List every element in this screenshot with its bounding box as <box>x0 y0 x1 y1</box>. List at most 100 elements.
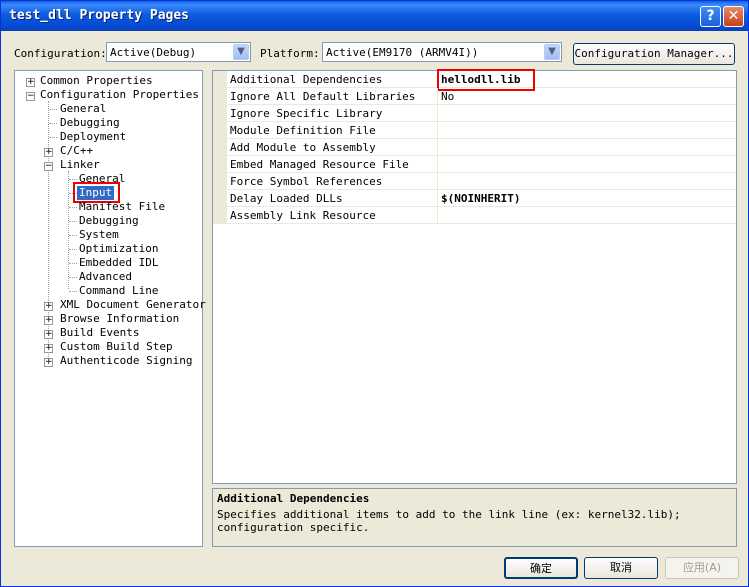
column-divider <box>437 173 438 190</box>
property-name: Add Module to Assembly <box>230 141 376 154</box>
row-gutter <box>213 105 227 122</box>
row-gutter <box>213 173 227 190</box>
tree-item-deployment[interactable]: Deployment <box>60 130 126 144</box>
tree-item-authenticode-signing[interactable]: Authenticode Signing <box>60 354 192 368</box>
row-gutter <box>213 207 227 224</box>
configuration-manager-label: Configuration Manager... <box>574 47 734 60</box>
tree-item-linker-optimization[interactable]: Optimization <box>79 242 158 256</box>
configuration-value: Active(Debug) <box>110 46 197 59</box>
property-name: Force Symbol References <box>230 175 383 188</box>
property-name: Assembly Link Resource <box>230 209 376 222</box>
property-row[interactable]: Embed Managed Resource File <box>213 156 736 173</box>
property-row[interactable]: Add Module to Assembly <box>213 139 736 156</box>
property-name: Embed Managed Resource File <box>230 158 409 171</box>
tree-item-common-properties[interactable]: Common Properties <box>40 74 153 88</box>
tree-connector <box>69 277 77 278</box>
column-divider <box>437 122 438 139</box>
property-value[interactable]: $(NOINHERIT) <box>441 192 520 205</box>
property-name: Module Definition File <box>230 124 376 137</box>
tree-item-debugging[interactable]: Debugging <box>60 116 120 130</box>
cancel-label: 取消 <box>610 561 632 574</box>
tree-connector <box>49 123 57 124</box>
row-gutter <box>213 139 227 156</box>
tree-item-linker-command-line[interactable]: Command Line <box>79 284 158 298</box>
property-name: Delay Loaded DLLs <box>230 192 343 205</box>
help-icon: ? <box>706 8 715 24</box>
plus-box-icon[interactable]: + <box>44 148 53 157</box>
plus-box-icon[interactable]: + <box>44 316 53 325</box>
property-row[interactable]: Assembly Link Resource <box>213 207 736 224</box>
tree-connector <box>69 207 77 208</box>
row-gutter <box>213 156 227 173</box>
window-title: test_dll Property Pages <box>9 8 190 23</box>
tree-item-browse-information[interactable]: Browse Information <box>60 312 179 326</box>
settings-tree[interactable]: + Common Properties − Configuration Prop… <box>14 70 206 547</box>
tree-item-linker-embedded-idl[interactable]: Embedded IDL <box>79 256 158 270</box>
column-divider <box>437 190 438 207</box>
tree-item-build-events[interactable]: Build Events <box>60 326 139 340</box>
tree-item-c-cpp[interactable]: C/C++ <box>60 144 93 158</box>
chevron-down-icon: ▼ <box>544 44 560 60</box>
tree-item-general[interactable]: General <box>60 102 106 116</box>
plus-box-icon[interactable]: + <box>44 358 53 367</box>
row-gutter <box>213 190 227 207</box>
tree-line <box>68 171 69 289</box>
description-pane: Additional Dependencies Specifies additi… <box>212 488 737 547</box>
tree-item-configuration-properties[interactable]: Configuration Properties <box>40 88 199 102</box>
platform-value: Active(EM9170 (ARMV4I)) <box>326 46 479 59</box>
platform-label: Platform: <box>260 47 320 60</box>
column-divider <box>437 139 438 156</box>
tree-item-linker-debugging[interactable]: Debugging <box>79 214 139 228</box>
column-divider <box>437 88 438 105</box>
property-row[interactable]: Ignore All Default Libraries No <box>213 88 736 105</box>
minus-box-icon[interactable]: − <box>44 162 53 171</box>
property-name: Ignore Specific Library <box>230 107 383 120</box>
property-grid[interactable]: Additional Dependencies hellodll.lib Ign… <box>212 69 737 484</box>
plus-box-icon[interactable]: + <box>44 302 53 311</box>
plus-box-icon[interactable]: + <box>44 330 53 339</box>
tree-connector <box>69 249 77 250</box>
ok-label: 确定 <box>530 562 552 575</box>
property-value[interactable]: No <box>441 90 454 103</box>
row-gutter <box>213 88 227 105</box>
plus-box-icon[interactable]: + <box>26 78 35 87</box>
tree-item-custom-build-step[interactable]: Custom Build Step <box>60 340 173 354</box>
tree-item-linker-advanced[interactable]: Advanced <box>79 270 132 284</box>
tree-item-linker-manifest-file[interactable]: Manifest File <box>79 200 165 214</box>
property-name: Additional Dependencies <box>230 73 383 86</box>
column-divider <box>437 207 438 224</box>
configuration-dropdown[interactable]: Active(Debug) ▼ <box>106 42 251 62</box>
property-row[interactable]: Delay Loaded DLLs $(NOINHERIT) <box>213 190 736 207</box>
tree-connector <box>69 263 77 264</box>
property-pages-window: test_dll Property Pages ? ✕ Configuratio… <box>0 0 749 587</box>
tree-connector <box>69 235 77 236</box>
tree-connector <box>69 221 77 222</box>
cancel-button[interactable]: 取消 <box>584 557 658 579</box>
column-divider <box>437 156 438 173</box>
tree-item-linker[interactable]: Linker <box>60 158 100 172</box>
tree-item-linker-system[interactable]: System <box>79 228 119 242</box>
ok-button[interactable]: 确定 <box>504 557 578 579</box>
tree-connector <box>69 291 77 292</box>
description-text: Specifies additional items to add to the… <box>217 508 681 534</box>
property-row[interactable]: Ignore Specific Library <box>213 105 736 122</box>
row-gutter <box>213 122 227 139</box>
configuration-label: Configuration: <box>14 47 107 60</box>
close-icon: ✕ <box>727 8 740 24</box>
property-name: Ignore All Default Libraries <box>230 90 416 103</box>
close-button[interactable]: ✕ <box>723 6 744 27</box>
property-row[interactable]: Module Definition File <box>213 122 736 139</box>
platform-dropdown[interactable]: Active(EM9170 (ARMV4I)) ▼ <box>322 42 562 62</box>
tree-item-xml-document-generator[interactable]: XML Document Generator <box>60 298 206 312</box>
property-row[interactable]: Force Symbol References <box>213 173 736 190</box>
apply-button[interactable]: 应用(A) <box>665 557 739 579</box>
minus-box-icon[interactable]: − <box>26 92 35 101</box>
help-button[interactable]: ? <box>700 6 721 27</box>
chevron-down-icon: ▼ <box>233 44 249 60</box>
title-bar[interactable]: test_dll Property Pages ? ✕ <box>1 1 748 31</box>
plus-box-icon[interactable]: + <box>44 344 53 353</box>
configuration-manager-button[interactable]: Configuration Manager... <box>573 43 735 65</box>
apply-label: 应用(A) <box>682 561 722 574</box>
tree-connector <box>49 137 57 138</box>
description-title: Additional Dependencies <box>217 492 370 505</box>
